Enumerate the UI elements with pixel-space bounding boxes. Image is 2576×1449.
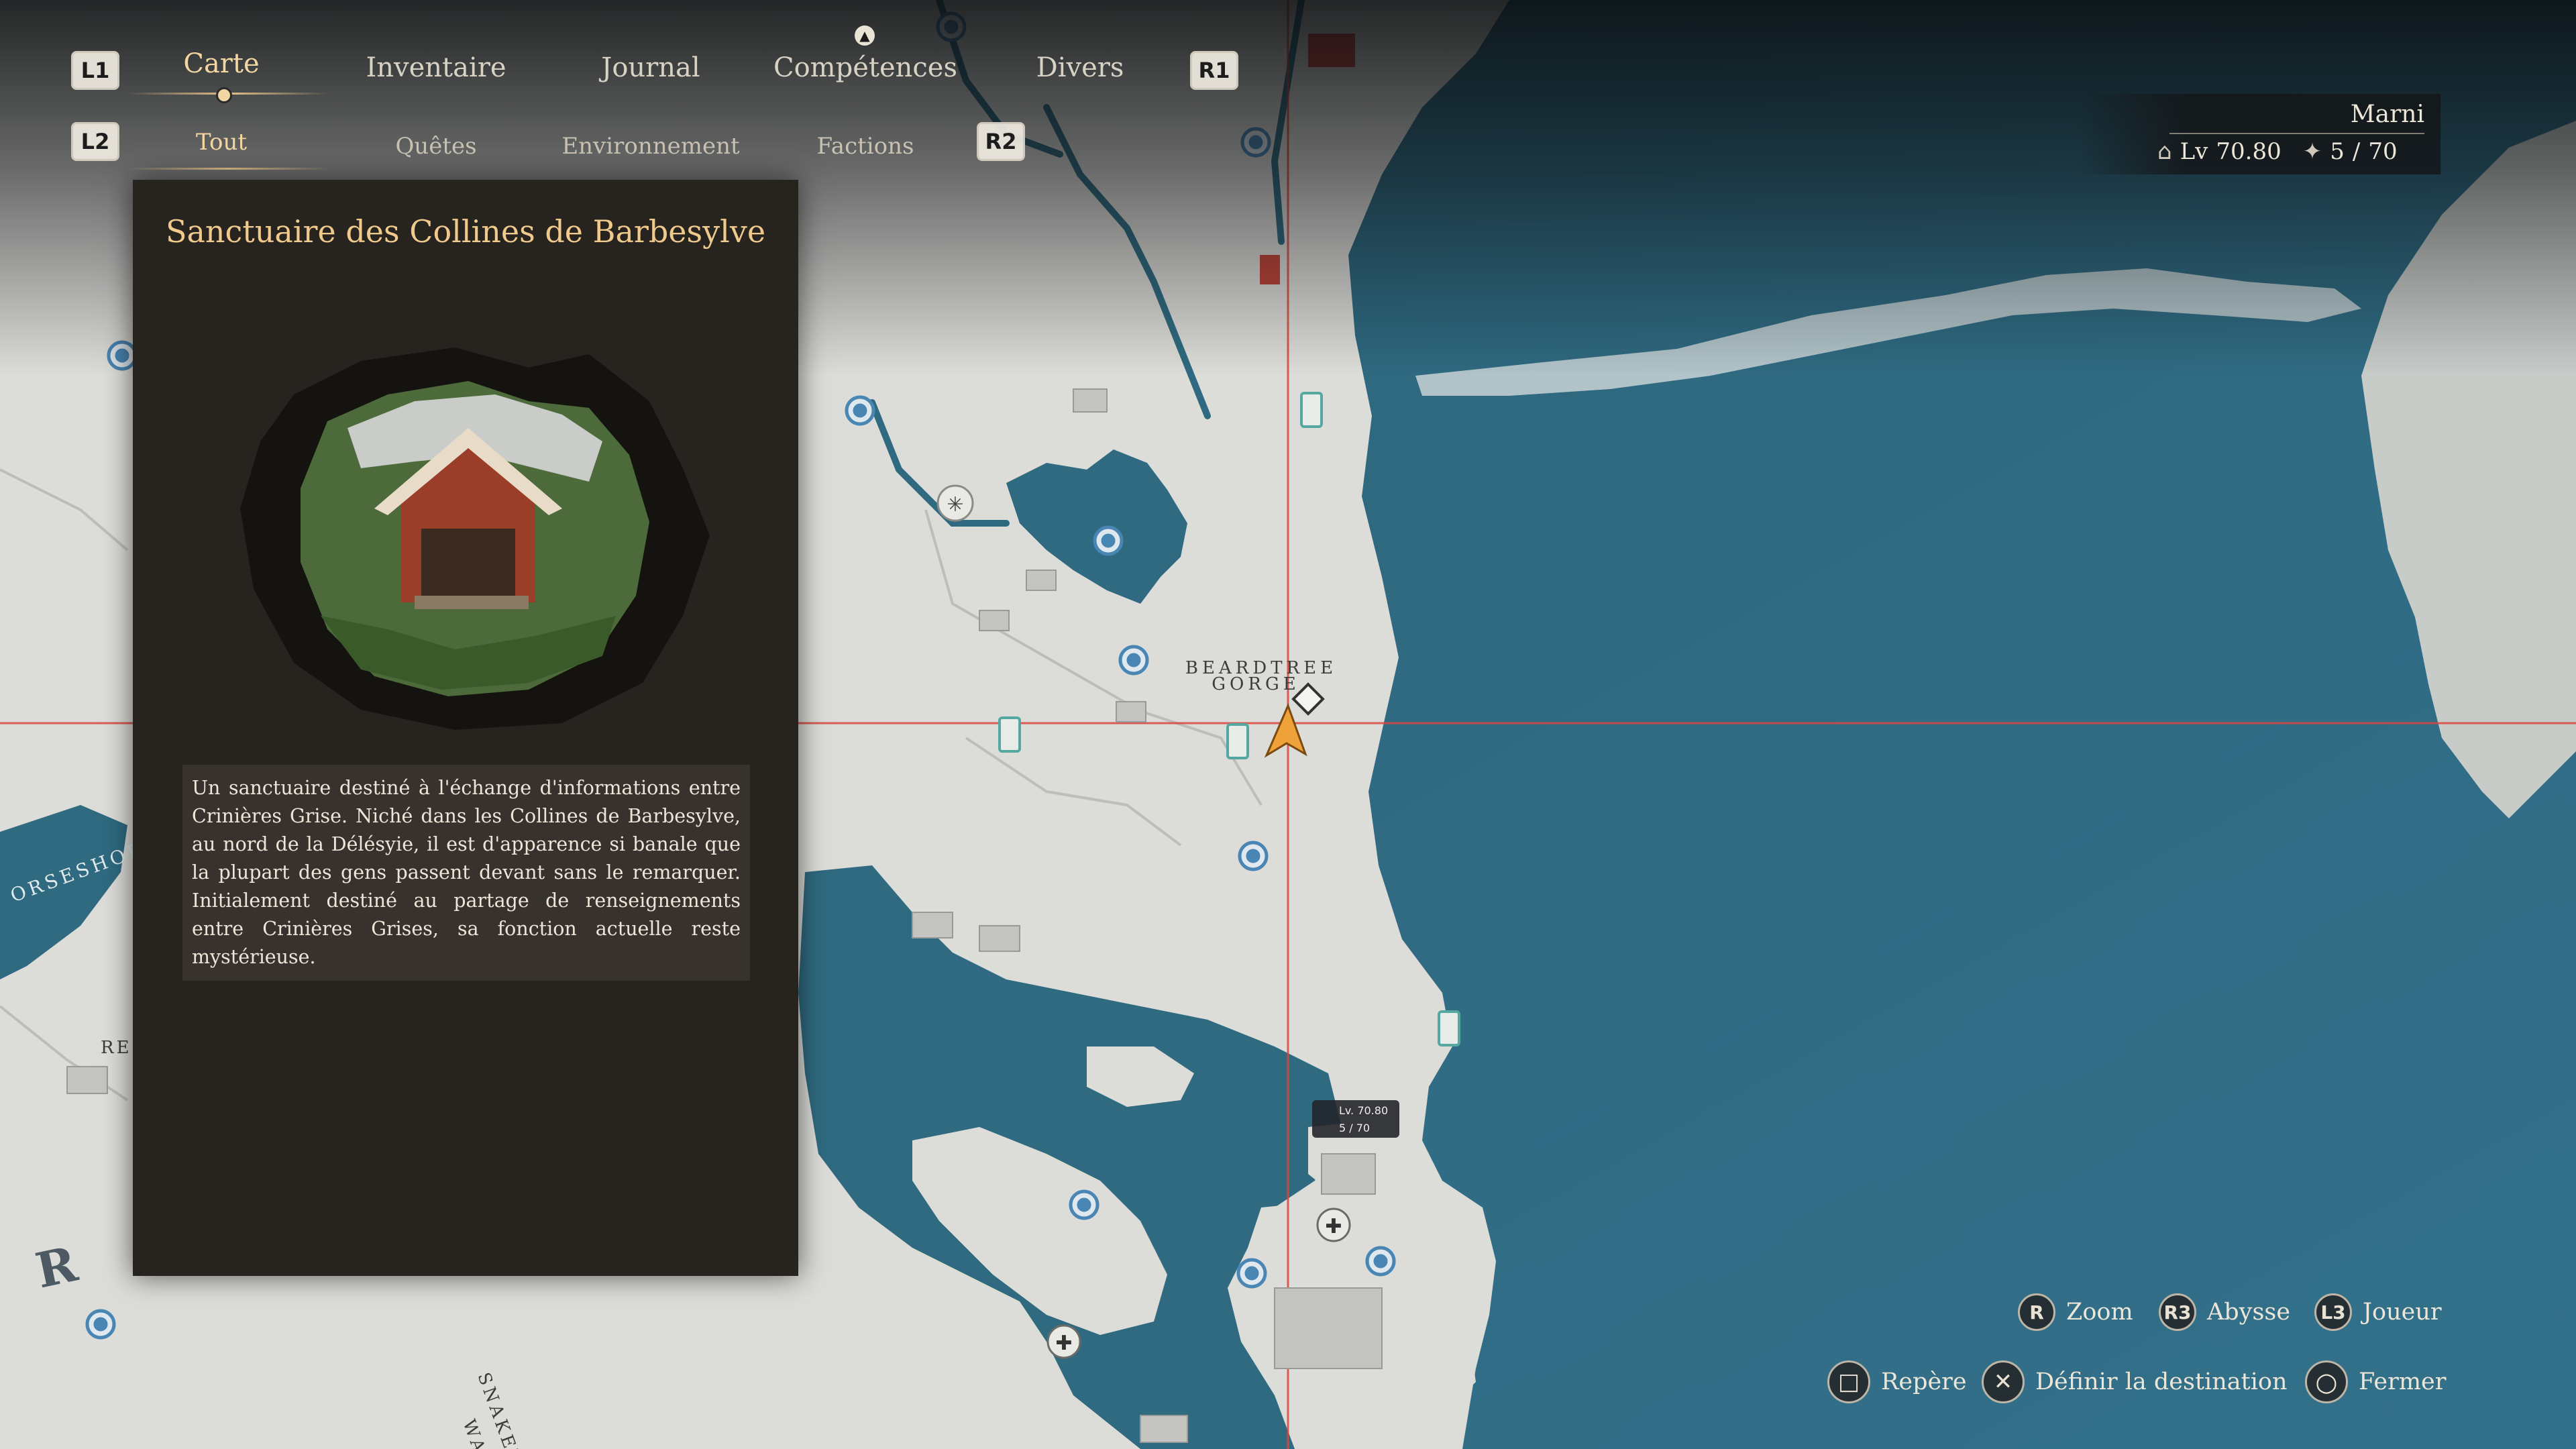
r1-button[interactable]: R1 — [1190, 51, 1238, 90]
tab-inventaire[interactable]: Inventaire — [366, 52, 506, 83]
shrine-icon[interactable] — [936, 11, 967, 42]
player-status: Marni ⌂ Lv 70.80 ✦ 5 / 70 — [2078, 94, 2440, 174]
shrine-icon[interactable] — [1236, 1258, 1267, 1289]
l1-button[interactable]: L1 — [71, 51, 119, 90]
shrine-icon[interactable] — [1365, 1246, 1396, 1277]
subtab-environnement[interactable]: Environnement — [561, 133, 739, 160]
waypoint-icon[interactable] — [1226, 723, 1249, 759]
control-fermer[interactable]: ○ Fermer — [2305, 1360, 2446, 1403]
shrine-icon[interactable] — [1118, 645, 1149, 676]
tab-carte[interactable]: Carte — [183, 48, 259, 79]
waypoint-icon[interactable] — [1438, 1010, 1460, 1046]
l3-icon: L3 — [2314, 1293, 2352, 1331]
subtab-factions[interactable]: Factions — [817, 133, 914, 160]
town-icon — [912, 912, 953, 938]
waypoint-icon[interactable] — [1300, 392, 1323, 428]
town-icon — [1026, 570, 1057, 591]
tree-icon[interactable]: ✳ — [936, 484, 974, 522]
town-icon — [1073, 388, 1108, 413]
map-label-region-re: RE — [101, 1038, 132, 1058]
shrine-icon[interactable] — [107, 340, 138, 371]
subtab-quetes[interactable]: Quêtes — [395, 133, 476, 160]
control-destination-label: Définir la destination — [2035, 1368, 2288, 1395]
town-icon — [1321, 1153, 1376, 1195]
shrine-icon[interactable] — [1069, 1189, 1099, 1220]
dpad-icon[interactable]: ✚ — [1316, 1208, 1351, 1242]
map-marker-level: Lv. 70.80 — [1339, 1104, 1388, 1117]
town-icon — [1116, 701, 1146, 722]
town-icon — [1260, 255, 1280, 284]
location-title: Sanctuaire des Collines de Barbesylve — [165, 213, 766, 250]
level-icon: ⌂ — [2157, 138, 2172, 165]
control-repere[interactable]: □ Repère — [1827, 1360, 1967, 1403]
location-description: Un sanctuaire destiné à l'échange d'info… — [182, 765, 750, 981]
shrine-icon[interactable] — [85, 1309, 116, 1340]
square-button-icon: □ — [1827, 1360, 1870, 1403]
location-info-panel: Sanctuaire des Collines de Barbesylve Un… — [133, 180, 798, 1276]
level-prefix: Lv — [2180, 138, 2208, 165]
location-illustration — [213, 334, 723, 737]
svg-text:✚: ✚ — [1325, 1215, 1342, 1238]
right-stick-icon: R — [2018, 1293, 2055, 1331]
tab-competences[interactable]: Compétences — [773, 52, 957, 83]
tab-journal[interactable]: Journal — [601, 52, 700, 83]
abyss-separator: / — [2352, 138, 2361, 165]
town-icon — [1274, 1287, 1383, 1369]
abyss-current: 5 — [2330, 138, 2345, 165]
subtab-tout-underline — [127, 168, 329, 170]
control-repere-label: Repère — [1881, 1368, 1967, 1395]
dpad-icon[interactable]: ✚ — [1046, 1324, 1081, 1359]
r2-button[interactable]: R2 — [977, 122, 1025, 161]
waypoint-icon[interactable] — [998, 716, 1021, 753]
active-tab-dot — [216, 87, 232, 103]
town-icon — [979, 925, 1020, 952]
shrine-icon[interactable] — [1093, 525, 1124, 556]
control-abysse[interactable]: R3 Abysse — [2159, 1293, 2290, 1331]
control-zoom-label: Zoom — [2066, 1299, 2133, 1326]
r3-icon: R3 — [2159, 1293, 2196, 1331]
shrine-icon[interactable] — [1240, 127, 1271, 158]
l2-button[interactable]: L2 — [71, 122, 119, 161]
town-icon — [1308, 34, 1355, 67]
control-fermer-label: Fermer — [2359, 1368, 2447, 1395]
town-icon — [1140, 1415, 1188, 1443]
circle-button-icon: ○ — [2305, 1360, 2348, 1403]
control-joueur[interactable]: L3 Joueur — [2314, 1293, 2442, 1331]
map-label-gorge-2: GORGE — [1212, 674, 1299, 694]
map-marker-abyss: 5 / 70 — [1339, 1122, 1370, 1134]
cross-button-icon: ✕ — [1982, 1360, 2025, 1403]
hud-divider — [2169, 133, 2424, 134]
shrine-icon[interactable] — [1238, 841, 1269, 871]
player-level: 70.80 — [2216, 138, 2282, 165]
tab-divers[interactable]: Divers — [1036, 52, 1124, 83]
control-joueur-label: Joueur — [2363, 1299, 2442, 1326]
control-abysse-label: Abysse — [2207, 1299, 2291, 1326]
map-level-marker[interactable]: Lv. 70.80 5 / 70 — [1312, 1100, 1399, 1138]
abyss-icon: ✦ — [2302, 138, 2322, 165]
notification-icon: ▲ — [855, 25, 875, 46]
town-icon — [979, 610, 1010, 631]
control-destination[interactable]: ✕ Définir la destination — [1982, 1360, 2288, 1403]
abyss-max: 70 — [2368, 138, 2398, 165]
shrine-icon[interactable] — [845, 395, 875, 426]
subtab-tout[interactable]: Tout — [196, 129, 247, 156]
player-name: Marni — [2350, 101, 2424, 128]
control-zoom[interactable]: R Zoom — [2018, 1293, 2133, 1331]
svg-text:✚: ✚ — [1055, 1332, 1072, 1355]
town-icon — [66, 1066, 108, 1094]
svg-text:✳: ✳ — [947, 493, 963, 517]
